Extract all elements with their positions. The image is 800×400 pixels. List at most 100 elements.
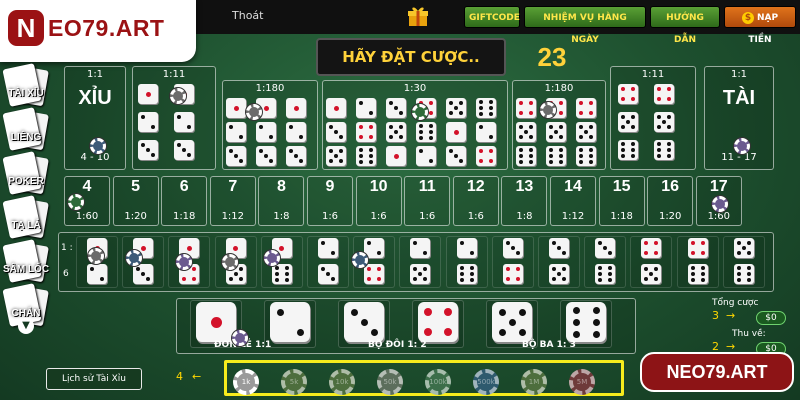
die-4 <box>641 238 662 258</box>
die-2 <box>410 238 431 258</box>
bet-sum-10[interactable]: 10 1:6 <box>355 176 402 226</box>
die-2 <box>416 146 436 166</box>
die-2 <box>256 122 276 142</box>
placed-chip-icon <box>264 250 280 266</box>
die-5 <box>546 122 566 142</box>
bet-sum-6[interactable]: 6 1:18 <box>161 176 208 226</box>
sum-odds: 1:60 <box>707 211 731 222</box>
sidebar-item-2[interactable]: POKER <box>2 150 50 196</box>
bet-small[interactable]: 1:1 XỈU 4 - 10 <box>64 66 126 170</box>
placed-chip-icon <box>170 88 186 104</box>
die-6 <box>566 302 606 342</box>
die-4 <box>418 302 458 342</box>
placed-chip-icon <box>68 194 84 210</box>
chip-1k[interactable]: 1k <box>233 369 259 395</box>
sum-odds: 1:6 <box>419 211 436 222</box>
bet-sum-16[interactable]: 16 1:20 <box>647 176 694 226</box>
chips-annotation: 4 <box>176 370 183 383</box>
bet-sum-14[interactable]: 14 1:12 <box>550 176 596 226</box>
guide-button[interactable]: HƯỚNG DẪN <box>650 6 720 45</box>
placed-chip-icon <box>90 138 106 154</box>
chip-100k[interactable]: 100k <box>425 369 451 395</box>
exit-button[interactable]: Thoát <box>232 9 263 22</box>
placed-chip-icon <box>222 254 238 270</box>
die-5 <box>410 264 431 284</box>
sidebar-item-label: TÀI XỈU <box>8 88 44 99</box>
die-6 <box>456 264 477 284</box>
game-table: Thoát GIFTCODE NHIỆM VỤ HÀNG NGÀY HƯỚNG … <box>0 0 800 400</box>
die-2 <box>456 238 477 258</box>
sidebar-item-1[interactable]: LIÊNG <box>2 106 50 152</box>
placed-chip-icon <box>126 250 142 266</box>
status-banner: HÃY ĐẶT CƯỢC.. <box>316 38 506 76</box>
placed-chip-icon <box>352 252 368 268</box>
die-3 <box>318 264 338 284</box>
placed-chip-icon <box>88 248 104 264</box>
sum-number: 10 <box>369 178 388 195</box>
chip-50k[interactable]: 50k <box>377 369 403 395</box>
bet-sum-8[interactable]: 8 1:8 <box>258 176 305 226</box>
logo-mark: N <box>8 10 44 46</box>
die-6 <box>546 146 566 166</box>
daily-missions-button[interactable]: NHIỆM VỤ HÀNG NGÀY <box>524 6 646 45</box>
sum-odds: 1:6 <box>321 211 339 222</box>
giftcode-button[interactable]: GIFTCODE <box>464 6 520 28</box>
gift-icon[interactable] <box>406 4 430 28</box>
die-4 <box>356 122 376 142</box>
placed-chip-icon <box>246 104 262 120</box>
brand-watermark: NEO79.ART <box>640 352 794 392</box>
double-right-ratio: 1:11 <box>641 69 665 80</box>
die-4 <box>516 98 536 118</box>
sidebar-item-label: TẠ LẢ <box>11 220 41 231</box>
bet-sum-7[interactable]: 7 1:12 <box>209 176 256 226</box>
die-1 <box>326 98 346 118</box>
chip-500k[interactable]: 500k <box>473 369 499 395</box>
die-2 <box>270 302 310 342</box>
die-6 <box>618 140 638 160</box>
bet-sum-12[interactable]: 12 1:6 <box>452 176 499 226</box>
chip-5k[interactable]: 5k <box>281 369 307 395</box>
arrow-left-icon: ← <box>192 370 202 383</box>
die-5 <box>654 112 674 132</box>
bet-sum-11[interactable]: 11 1:6 <box>404 176 451 226</box>
site-logo[interactable]: N EO79.ART ☰ <box>0 0 196 62</box>
bet-sum-13[interactable]: 13 1:8 <box>501 176 548 226</box>
bet-big[interactable]: 1:1 TÀI 11 - 17 <box>704 66 774 170</box>
die-6 <box>687 264 708 284</box>
sidebar-item-4[interactable]: SÂM LỐC <box>2 238 50 284</box>
sum-odds: 1:6 <box>370 211 387 222</box>
die-5 <box>576 122 596 142</box>
placed-chip-icon <box>712 196 728 212</box>
sum-number: 8 <box>276 178 286 195</box>
small-word: XỈU <box>78 87 112 109</box>
sum-number: 17 <box>709 178 728 195</box>
chip-1M[interactable]: 1M <box>521 369 547 395</box>
sum-number: 6 <box>179 178 189 195</box>
chip-10k[interactable]: 10k <box>329 369 355 395</box>
combo-side-bottom: 6 <box>63 269 69 279</box>
die-3 <box>502 238 523 258</box>
sidebar-item-3[interactable]: TẠ LẢ <box>2 194 50 240</box>
sidebar-item-0[interactable]: TÀI XỈU <box>2 62 50 108</box>
die-5 <box>386 122 406 142</box>
countdown-timer: 23 <box>537 42 567 72</box>
sum-odds: 1:12 <box>561 211 585 222</box>
die-3 <box>595 238 616 258</box>
bet-sum-5[interactable]: 5 1:20 <box>112 176 159 226</box>
history-button[interactable]: Lịch sử Tài Xỉu <box>46 368 142 390</box>
chip-5M[interactable]: 5M <box>569 369 595 395</box>
die-2 <box>476 122 496 142</box>
bet-sum-9[interactable]: 9 1:6 <box>307 176 353 226</box>
menu-icon[interactable]: ☰ <box>178 3 194 19</box>
arrow-right-icon: → <box>726 309 736 322</box>
sum-number: 13 <box>515 178 534 195</box>
die-1 <box>196 302 236 342</box>
sum-number: 4 <box>82 178 92 195</box>
bet-sum-15[interactable]: 15 1:18 <box>598 176 645 226</box>
big-ratio: 1:1 <box>730 69 748 80</box>
die-3 <box>446 146 466 166</box>
die-3 <box>256 146 276 166</box>
chevron-down-icon[interactable]: ▼ <box>18 318 34 334</box>
win-label: Thu về: <box>732 329 766 339</box>
deposit-button[interactable]: $ NẠP TIỀN <box>724 6 796 45</box>
